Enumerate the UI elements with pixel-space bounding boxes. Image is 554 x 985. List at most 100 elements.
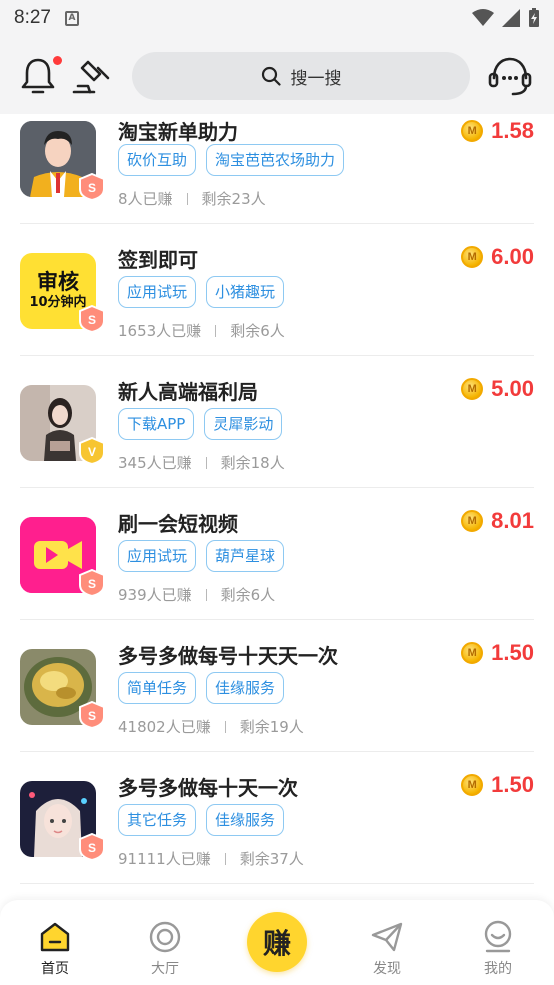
coin-icon: M bbox=[461, 642, 484, 664]
task-tags: 应用试玩 葫芦星球 bbox=[118, 540, 285, 572]
nav-mine[interactable]: 我的 bbox=[453, 900, 543, 985]
task-title: 刷一会短视频 bbox=[118, 512, 238, 536]
gavel-icon[interactable] bbox=[72, 56, 112, 96]
meta-divider bbox=[205, 588, 207, 601]
search-bar[interactable]: 搜一搜 bbox=[132, 52, 470, 100]
nav-mine-label: 我的 bbox=[484, 961, 512, 977]
nav-hall-label: 大厅 bbox=[151, 961, 179, 977]
task-meta: 41802人已赚 剩余19人 bbox=[118, 716, 304, 737]
task-tag: 下载APP bbox=[118, 408, 195, 440]
svg-text:S: S bbox=[88, 841, 96, 855]
search-placeholder: 搜一搜 bbox=[290, 68, 342, 89]
task-reward: M 1.50 bbox=[461, 772, 534, 798]
shield-badge-icon: V bbox=[79, 437, 105, 465]
task-tag: 简单任务 bbox=[118, 672, 197, 704]
signal-icon bbox=[502, 9, 520, 27]
task-item[interactable]: S 多号多做每十天一次 M 1.50 其它任务 佳缘服务 91111人已赚 剩余… bbox=[0, 752, 554, 884]
paper-plane-icon bbox=[371, 922, 403, 952]
status-bar: 8:27 A bbox=[0, 0, 554, 36]
reward-amount: 5.00 bbox=[491, 376, 534, 401]
task-meta: 91111人已赚 剩余37人 bbox=[118, 848, 304, 869]
meta-divider bbox=[186, 192, 188, 205]
task-tag: 葫芦星球 bbox=[206, 540, 285, 572]
coin-icon: M bbox=[461, 774, 484, 796]
task-meta: 345人已赚 剩余18人 bbox=[118, 452, 285, 473]
task-title: 多号多做每十天一次 bbox=[118, 776, 298, 800]
task-reward: M 1.58 bbox=[461, 118, 534, 144]
task-tag: 佳缘服务 bbox=[206, 804, 285, 836]
meta-divider bbox=[224, 852, 226, 865]
coin-icon: M bbox=[461, 378, 484, 400]
bottom-nav: 首页 大厅 赚 发现 我的 bbox=[0, 900, 554, 985]
shield-badge-icon: S bbox=[79, 173, 105, 201]
earn-button[interactable]: 赚 bbox=[247, 912, 307, 972]
task-item[interactable]: S 刷一会短视频 M 8.01 应用试玩 葫芦星球 939人已赚 剩余6人 bbox=[0, 488, 554, 620]
task-title: 淘宝新单助力 bbox=[118, 120, 238, 144]
remaining-count: 剩余23人 bbox=[201, 190, 266, 208]
svg-text:S: S bbox=[88, 577, 96, 591]
notification-icon: A bbox=[64, 10, 79, 26]
remaining-count: 剩余6人 bbox=[220, 586, 276, 604]
header: 搜一搜 bbox=[0, 36, 554, 114]
nav-hall[interactable]: 大厅 bbox=[120, 900, 210, 985]
meta-divider bbox=[224, 720, 226, 733]
nav-home[interactable]: 首页 bbox=[10, 900, 100, 985]
remaining-count: 剩余6人 bbox=[230, 322, 285, 340]
svg-text:V: V bbox=[88, 445, 96, 459]
earned-count: 939人已赚 bbox=[118, 586, 192, 604]
earned-count: 345人已赚 bbox=[118, 454, 192, 472]
remaining-count: 剩余18人 bbox=[220, 454, 285, 472]
task-tag: 灵犀影动 bbox=[204, 408, 283, 440]
shield-badge-icon: S bbox=[79, 701, 105, 729]
nav-discover-label: 发现 bbox=[373, 961, 401, 977]
earned-count: 41802人已赚 bbox=[118, 718, 211, 736]
task-tags: 简单任务 佳缘服务 bbox=[118, 672, 285, 704]
meta-divider bbox=[205, 456, 207, 469]
notification-dot bbox=[53, 56, 62, 65]
task-reward: M 8.01 bbox=[461, 508, 534, 534]
task-item[interactable]: S 淘宝新单助力 M 1.58 砍价互助 淘宝芭芭农场助力 8人已赚 剩余23人 bbox=[0, 114, 554, 224]
task-list[interactable]: S 淘宝新单助力 M 1.58 砍价互助 淘宝芭芭农场助力 8人已赚 剩余23人… bbox=[0, 114, 554, 900]
task-item[interactable]: V 新人高端福利局 M 5.00 下载APP 灵犀影动 345人已赚 剩余18人 bbox=[0, 356, 554, 488]
task-meta: 1653人已赚 剩余6人 bbox=[118, 320, 285, 341]
task-tag: 砍价互助 bbox=[118, 144, 197, 176]
coin-icon: M bbox=[461, 246, 484, 268]
meta-divider bbox=[215, 324, 217, 337]
coin-icon: M bbox=[461, 120, 484, 142]
shield-badge-icon: S bbox=[79, 569, 105, 597]
remaining-count: 剩余19人 bbox=[239, 718, 304, 736]
task-tags: 应用试玩 小猪趣玩 bbox=[118, 276, 285, 308]
reward-amount: 8.01 bbox=[491, 508, 534, 533]
task-item[interactable]: S 多号多做每号十天天一次 M 1.50 简单任务 佳缘服务 41802人已赚 … bbox=[0, 620, 554, 752]
nav-discover[interactable]: 发现 bbox=[342, 900, 432, 985]
status-icons bbox=[472, 8, 540, 28]
svg-text:S: S bbox=[88, 709, 96, 723]
bell-icon[interactable] bbox=[20, 56, 56, 96]
task-tags: 砍价互助 淘宝芭芭农场助力 bbox=[118, 144, 345, 176]
task-tag: 淘宝芭芭农场助力 bbox=[206, 144, 345, 176]
earned-count: 1653人已赚 bbox=[118, 322, 202, 340]
earned-count: 91111人已赚 bbox=[118, 850, 211, 868]
earned-count: 8人已赚 bbox=[118, 190, 173, 208]
task-tag: 应用试玩 bbox=[118, 540, 197, 572]
thumb-text: 审核 bbox=[37, 270, 79, 294]
task-item[interactable]: 审核 10分钟内 S 签到即可 M 6.00 应用试玩 小猪趣玩 1653人已赚… bbox=[0, 224, 554, 356]
task-tag: 小猪趣玩 bbox=[206, 276, 285, 308]
row-divider bbox=[20, 883, 534, 884]
task-title: 多号多做每号十天天一次 bbox=[118, 644, 338, 668]
shield-badge-icon: S bbox=[79, 833, 105, 861]
task-tag: 佳缘服务 bbox=[206, 672, 285, 704]
task-reward: M 5.00 bbox=[461, 376, 534, 402]
battery-icon bbox=[529, 8, 539, 27]
reward-amount: 1.58 bbox=[491, 118, 534, 143]
svg-text:S: S bbox=[88, 181, 96, 195]
coin-icon: M bbox=[461, 510, 484, 532]
task-tags: 其它任务 佳缘服务 bbox=[118, 804, 285, 836]
task-reward: M 6.00 bbox=[461, 244, 534, 270]
reward-amount: 6.00 bbox=[491, 244, 534, 269]
remaining-count: 剩余37人 bbox=[239, 850, 304, 868]
shield-badge-icon: S bbox=[79, 305, 105, 333]
reward-amount: 1.50 bbox=[491, 772, 534, 797]
customer-service-icon[interactable] bbox=[487, 54, 533, 98]
search-icon bbox=[261, 66, 281, 86]
